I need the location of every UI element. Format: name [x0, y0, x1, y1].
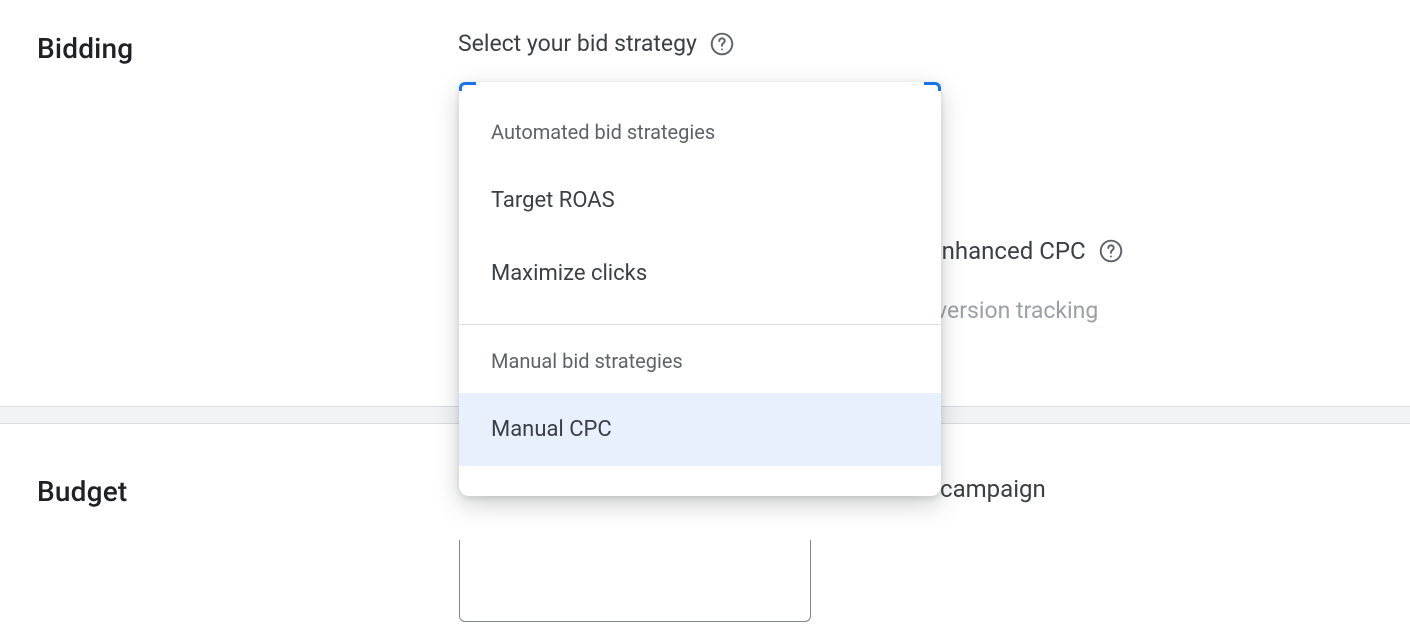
- enhanced-cpc-label: Enhanced CPC: [928, 237, 1086, 265]
- budget-input[interactable]: [459, 540, 811, 622]
- bid-strategy-label: Select your bid strategy: [458, 30, 697, 57]
- campaign-text: campaign: [940, 475, 1046, 503]
- option-manual-cpc[interactable]: Manual CPC: [459, 393, 941, 466]
- option-target-roas[interactable]: Target ROAS: [459, 164, 941, 237]
- dropdown-group-manual: Manual bid strategies: [459, 325, 941, 393]
- budget-section-label: Budget: [37, 475, 127, 508]
- help-icon[interactable]: [709, 31, 735, 57]
- enhanced-cpc-row: Enhanced CPC: [928, 237, 1124, 265]
- bid-strategy-dropdown[interactable]: Automated bid strategies Target ROAS Max…: [459, 82, 941, 496]
- dropdown-group-automated: Automated bid strategies: [459, 82, 941, 164]
- conversion-tracking-text: version tracking: [936, 297, 1098, 324]
- help-icon[interactable]: [1098, 238, 1124, 264]
- bid-strategy-area: Select your bid strategy: [458, 30, 735, 57]
- option-maximize-clicks[interactable]: Maximize clicks: [459, 237, 941, 310]
